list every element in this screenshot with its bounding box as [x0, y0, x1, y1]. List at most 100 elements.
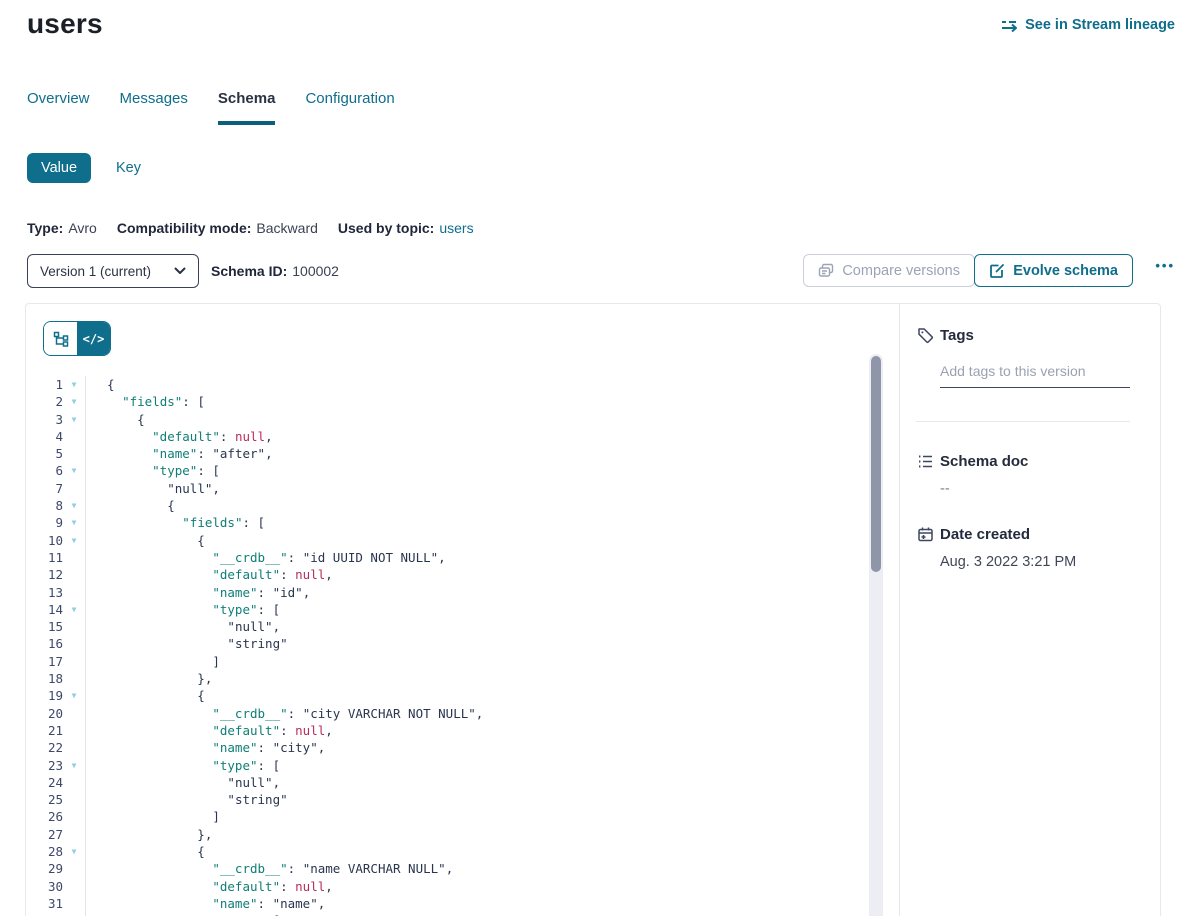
code-line: 16 "string"	[26, 635, 899, 652]
line-number: 3	[26, 411, 63, 428]
tab-messages[interactable]: Messages	[120, 90, 188, 125]
chevron-down-icon	[174, 265, 186, 277]
line-number: 13	[26, 584, 63, 601]
meta-compatibility: Compatibility mode: Backward	[117, 220, 318, 236]
code-text: "type": [	[85, 601, 899, 618]
code-line: 28▼ {	[26, 843, 899, 860]
code-text: "fields": [	[85, 514, 899, 531]
tab-overview[interactable]: Overview	[27, 90, 90, 125]
schema-id-value: 100002	[292, 263, 339, 279]
fold-arrow-icon[interactable]: ▼	[63, 843, 85, 860]
fold-arrow-icon[interactable]: ▼	[63, 601, 85, 618]
fold-gutter-spacer	[63, 860, 85, 877]
code-text: "name": "city",	[85, 739, 899, 756]
schema-code-column: </> 1▼{2▼ "fields": [3▼ {4 "default": nu…	[26, 304, 899, 916]
tab-schema[interactable]: Schema	[218, 90, 276, 125]
code-scrollbar-thumb[interactable]	[871, 356, 881, 572]
code-line: 5 "name": "after",	[26, 445, 899, 462]
date-created-heading: Date created	[940, 526, 1030, 543]
line-number: 5	[26, 445, 63, 462]
fold-gutter-spacer	[63, 428, 85, 445]
code-text: {	[85, 843, 899, 860]
version-select[interactable]: Version 1 (current)	[27, 254, 199, 288]
line-number: 20	[26, 705, 63, 722]
code-view-button[interactable]: </>	[77, 322, 110, 355]
line-number: 6	[26, 462, 63, 479]
tab-configuration[interactable]: Configuration	[305, 90, 394, 125]
line-number: 8	[26, 497, 63, 514]
code-line: 4 "default": null,	[26, 428, 899, 445]
fold-arrow-icon[interactable]: ▼	[63, 757, 85, 774]
code-text: "default": null,	[85, 722, 899, 739]
code-editor[interactable]: 1▼{2▼ "fields": [3▼ {4 "default": null,5…	[26, 376, 899, 916]
fold-arrow-icon[interactable]: ▼	[63, 497, 85, 514]
code-line: 30 "default": null,	[26, 878, 899, 895]
fold-arrow-icon[interactable]: ▼	[63, 514, 85, 531]
code-text: "default": null,	[85, 428, 899, 445]
code-line: 7 "null",	[26, 480, 899, 497]
line-number: 2	[26, 393, 63, 410]
schema-id: Schema ID: 100002	[211, 263, 339, 279]
fold-arrow-icon[interactable]: ▼	[63, 393, 85, 410]
code-line: 24 "null",	[26, 774, 899, 791]
fold-gutter-spacer	[63, 549, 85, 566]
code-text: "__crdb__": "city VARCHAR NOT NULL",	[85, 705, 899, 722]
line-number: 11	[26, 549, 63, 566]
fold-gutter-spacer	[63, 445, 85, 462]
evolve-schema-button[interactable]: Evolve schema	[974, 254, 1133, 287]
doc-list-icon	[916, 452, 934, 470]
compare-versions-icon	[818, 263, 834, 279]
see-in-stream-lineage-link[interactable]: See in Stream lineage	[1000, 16, 1175, 34]
code-text: "name": "after",	[85, 445, 899, 462]
code-line: 23▼ "type": [	[26, 757, 899, 774]
line-number: 26	[26, 808, 63, 825]
code-line: 12 "default": null,	[26, 566, 899, 583]
code-view-icon: </>	[83, 332, 105, 346]
fold-arrow-icon[interactable]: ▼	[63, 912, 85, 916]
code-text: {	[85, 376, 899, 393]
date-created-section-header: Date created	[916, 525, 1130, 543]
code-line: 1▼{	[26, 376, 899, 393]
code-line: 27 },	[26, 826, 899, 843]
code-line: 6▼ "type": [	[26, 462, 899, 479]
tree-view-button[interactable]	[44, 322, 77, 355]
line-number: 32	[26, 912, 63, 916]
fold-gutter-spacer	[63, 705, 85, 722]
value-toggle-button[interactable]: Value	[27, 153, 91, 183]
meta-type: Type: Avro	[27, 220, 97, 236]
fold-gutter-spacer	[63, 895, 85, 912]
fold-gutter-spacer	[63, 722, 85, 739]
add-tags-input[interactable]	[940, 361, 1130, 388]
line-number: 30	[26, 878, 63, 895]
used-by-topic-link[interactable]: users	[439, 220, 473, 236]
more-options-button[interactable]: •••	[1155, 258, 1175, 273]
code-text: "default": null,	[85, 566, 899, 583]
fold-arrow-icon[interactable]: ▼	[63, 462, 85, 479]
code-line: 14▼ "type": [	[26, 601, 899, 618]
code-text: "type": [	[85, 757, 899, 774]
schema-doc-section-header: Schema doc	[916, 452, 1130, 470]
code-line: 8▼ {	[26, 497, 899, 514]
code-line: 13 "name": "id",	[26, 584, 899, 601]
fold-gutter-spacer	[63, 878, 85, 895]
date-created-value: Aug. 3 2022 3:21 PM	[940, 554, 1130, 570]
line-number: 17	[26, 653, 63, 670]
code-text: "type": [	[85, 912, 899, 916]
key-toggle-button[interactable]: Key	[116, 160, 141, 176]
type-value: Avro	[68, 220, 97, 236]
fold-arrow-icon[interactable]: ▼	[63, 532, 85, 549]
code-text: "null",	[85, 480, 899, 497]
code-scrollbar-track[interactable]	[869, 354, 883, 916]
code-line: 32▼ "type": [	[26, 912, 899, 916]
tab-bar: Overview Messages Schema Configuration	[27, 90, 395, 125]
fold-arrow-icon[interactable]: ▼	[63, 687, 85, 704]
code-text: {	[85, 687, 899, 704]
line-number: 9	[26, 514, 63, 531]
fold-arrow-icon[interactable]: ▼	[63, 376, 85, 393]
fold-arrow-icon[interactable]: ▼	[63, 411, 85, 428]
code-text: {	[85, 411, 899, 428]
compare-versions-button[interactable]: Compare versions	[803, 254, 975, 287]
tag-icon	[916, 326, 934, 344]
compatibility-value: Backward	[256, 220, 317, 236]
code-text: "null",	[85, 618, 899, 635]
